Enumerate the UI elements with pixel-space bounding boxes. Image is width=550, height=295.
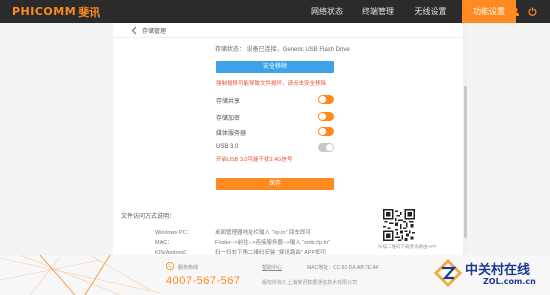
toggle-knob — [319, 96, 326, 103]
access-methods-title: 文件访问方式说明： — [121, 214, 176, 220]
usb3-interference-note: 开启USB 3.0可能干扰2.4G信号 — [216, 157, 293, 163]
nav-network-status[interactable]: 网络状态 — [302, 0, 352, 23]
page-header: 存储管理 — [113, 23, 467, 38]
storage-encrypt-toggle[interactable] — [318, 112, 334, 121]
safe-remove-button[interactable]: 安全移除 — [216, 61, 334, 73]
media-server-toggle[interactable] — [318, 127, 334, 136]
hotline-number: 4007-567-567 — [166, 275, 241, 287]
access-key-mac: MAC： — [155, 240, 173, 246]
phone-icon — [166, 262, 174, 270]
user-icon[interactable] — [511, 7, 520, 16]
help-center-link[interactable]: 帮助中心 — [262, 264, 282, 271]
phicomm-logo[interactable]: PHICOMM 斐讯 — [12, 4, 100, 19]
toggle-knob — [326, 144, 333, 151]
zol-watermark: 中关村在线 ZOL.com.cn — [433, 258, 545, 292]
toggle-knob — [319, 113, 326, 120]
logo-text-cn: 斐讯 — [78, 5, 101, 19]
back-chevron-icon[interactable] — [131, 26, 137, 35]
toggle-knob — [319, 128, 326, 135]
storage-share-toggle[interactable] — [318, 95, 334, 104]
save-button[interactable]: 保存 — [216, 178, 334, 190]
app-qr-code — [383, 209, 415, 241]
watermark-en: ZOL.com.cn — [483, 277, 536, 286]
mac-address: MAC地址：CC:81:DA:AB:7E:AF — [307, 265, 379, 271]
storage-encrypt-label: 存储加密 — [216, 116, 241, 122]
storage-share-label: 存储共享 — [216, 99, 241, 105]
nav-wireless-settings[interactable]: 无线设置 — [404, 0, 457, 23]
page-title: 存储管理 — [142, 29, 167, 35]
nav-function-settings[interactable]: 功能设置 — [462, 0, 516, 23]
access-val-mac: Finder-->前往-->连接服务器-->输入 “smb://p.to” — [215, 240, 331, 246]
media-server-label: 媒体服务器 — [216, 131, 247, 137]
qr-caption: 扫描二维码下载斐讯路由APP — [378, 244, 437, 249]
storage-status: 存储状态： 设备已连接，Generic USB Flash Drive — [215, 47, 350, 53]
zol-logo-icon — [434, 259, 462, 287]
nav-device-management[interactable]: 终端管理 — [352, 0, 404, 23]
top-nav-bar: PHICOMM 斐讯 网络状态 终端管理 无线设置 功能设置 — [0, 0, 550, 23]
access-key-windows: Windows PC： — [155, 230, 192, 236]
hotline-label: 服务热线 — [178, 265, 199, 271]
watermark-cn: 中关村在线 — [465, 263, 531, 278]
safe-remove-warning: 强制拔移可能导致文件损坏，请点击安全移除 — [216, 81, 327, 87]
logo-text-en: PHICOMM — [12, 5, 77, 18]
scrollbar-thumb[interactable] — [464, 86, 467, 238]
usb3-label: USB 3.0 — [216, 144, 239, 150]
power-icon[interactable] — [528, 7, 537, 16]
copyright: 版权所有© 上海斐讯数据通信技术有限公司 — [262, 280, 358, 286]
main-nav: 网络状态 终端管理 无线设置 功能设置 — [302, 0, 516, 23]
access-val-windows: 桌面管理器地址栏输入 “\\p.to” 回车即可 — [215, 230, 311, 236]
usb3-toggle[interactable] — [318, 143, 334, 152]
